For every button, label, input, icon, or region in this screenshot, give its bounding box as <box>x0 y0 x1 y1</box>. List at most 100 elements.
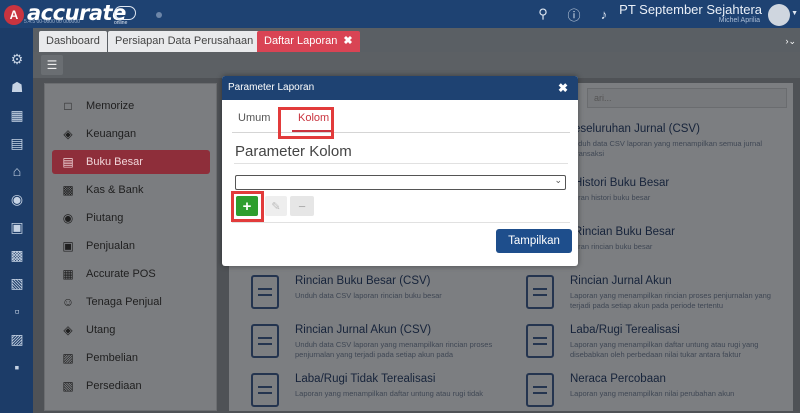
menu-item-keuangan[interactable]: ◈ Keuangan <box>45 122 218 146</box>
report-desc: Laporan yang menampilkan daftar untung a… <box>570 340 759 359</box>
report-title: Laba/Rugi Terealisasi <box>570 324 680 336</box>
search-input[interactable]: ari... <box>587 88 787 108</box>
menu-item-accurate-pos[interactable]: ▦ Accurate POS <box>45 262 218 286</box>
menu-item-kas-bank[interactable]: ▩ Kas & Bank <box>45 178 218 202</box>
tab-bar: Dashboard Persiapan Data Perusahaan Daft… <box>33 28 800 52</box>
purchase-icon: ▨ <box>62 351 74 365</box>
report-desc: nduh data CSV laporan yang menampilkan s… <box>574 139 763 158</box>
report-title: Histori Buku Besar <box>574 177 670 189</box>
tab-company-setup[interactable]: Persiapan Data Perusahaan <box>108 31 261 52</box>
document-icon[interactable]: ▤ <box>8 134 26 152</box>
edit-column-button[interactable]: ✎ <box>265 196 287 216</box>
menu-label: Persediaan <box>86 380 142 392</box>
bell-icon[interactable]: ♪ <box>596 6 612 22</box>
report-title: Rincian Buku Besar <box>574 226 675 238</box>
report-desc: oran histori buku besar <box>574 193 651 202</box>
menu-item-tenaga-penjual[interactable]: ☺ Tenaga Penjual <box>45 290 218 314</box>
menu-item-utang[interactable]: ◈ Utang <box>45 318 218 342</box>
report-card[interactable]: Laba/Rugi Terealisasi Laporan yang menam… <box>526 322 786 366</box>
receivable-icon: ◉ <box>62 211 74 225</box>
menu-item-piutang[interactable]: ◉ Piutang <box>45 206 218 230</box>
menu-label: Kas & Bank <box>86 184 144 196</box>
document-icon <box>251 275 279 309</box>
menu-label: Utang <box>86 324 116 336</box>
list-view-icon[interactable]: ☰ <box>41 55 63 75</box>
report-card[interactable]: Rincian Buku Besar (CSV) Unduh data CSV … <box>251 273 511 317</box>
chevron-down-icon[interactable]: ▼ <box>791 10 798 17</box>
tab-label: Persiapan Data Perusahaan <box>115 35 254 47</box>
report-card[interactable]: Rincian Jurnal Akun Laporan yang menampi… <box>526 273 786 317</box>
salesperson-icon: ☺ <box>61 295 75 309</box>
menu-label: Pembelian <box>86 352 138 364</box>
document-icon <box>526 275 554 309</box>
tab-report-list[interactable]: Daftar Laporan ✖ <box>257 31 360 52</box>
left-rail: ⚙ ☗ ▦ ▤ ⌂ ◉ ▣ ▩ ▧ ▫ ▨ ▪ <box>0 28 33 413</box>
menu-item-persediaan[interactable]: ▧ Persediaan <box>45 374 218 398</box>
menu-label: Piutang <box>86 212 124 224</box>
report-desc: Laporan yang menampilkan rincian proses … <box>570 291 771 310</box>
tab-general[interactable]: Umum <box>238 112 270 124</box>
report-card[interactable]: Neraca Percobaan Laporan yang menampilka… <box>526 371 786 413</box>
logo-mark-icon: A <box>4 5 24 25</box>
building-icon[interactable]: ▦ <box>8 106 26 124</box>
report-category-menu: □ Memorize ◈ Keuangan ▤ Buku Besar ▩ Kas & B… <box>44 83 217 411</box>
search-icon[interactable]: ⚲ <box>535 6 551 22</box>
menu-item-penjualan[interactable]: ▣ Penjualan <box>45 234 218 258</box>
bank-icon: ▩ <box>62 183 74 197</box>
top-bar: A accurate 5.4.5 00-0000 00 000000 onlin… <box>0 0 800 28</box>
company-icon[interactable]: ☗ <box>8 78 26 96</box>
payable-icon: ◈ <box>63 323 73 337</box>
avatar[interactable] <box>768 4 790 26</box>
section-title: Parameter Kolom <box>235 143 352 160</box>
menu-label: Accurate POS <box>86 268 156 280</box>
report-icon[interactable]: ▪ <box>8 358 26 376</box>
report-card[interactable]: Laba/Rugi Tidak Terealisasi Laporan yang… <box>251 371 511 413</box>
delivery-icon[interactable]: ▩ <box>8 246 26 264</box>
close-icon[interactable]: ✖ <box>558 76 568 100</box>
menu-item-buku-besar[interactable]: ▤ Buku Besar <box>52 150 210 174</box>
menu-item-pembelian[interactable]: ▨ Pembelian <box>45 346 218 370</box>
menu-label: Buku Besar <box>86 156 143 168</box>
document-icon <box>526 373 554 407</box>
divider <box>232 222 570 223</box>
report-desc: oran rincian buku besar <box>574 242 653 251</box>
report-title: eseluruhan Jurnal (CSV) <box>574 123 700 135</box>
close-icon[interactable]: ✖ <box>343 31 352 52</box>
menu-label: Tenaga Penjual <box>86 296 162 308</box>
report-card[interactable]: Rincian Jurnal Akun (CSV) Unduh data CSV… <box>251 322 511 366</box>
finance-icon: ◈ <box>63 127 73 141</box>
remove-column-button[interactable]: − <box>290 196 314 216</box>
menu-item-memorize[interactable]: □ Memorize <box>45 94 218 118</box>
warehouse-icon[interactable]: ▧ <box>8 274 26 292</box>
tabs-more-icon[interactable]: ›⌄ <box>785 36 796 47</box>
report-desc: Unduh data CSV laporan rincian buku besa… <box>295 291 442 300</box>
chevron-down-icon: ⌄ <box>554 175 562 185</box>
document-icon <box>251 373 279 407</box>
document-icon <box>251 324 279 358</box>
register-icon[interactable]: ▫ <box>8 302 26 320</box>
report-title: Rincian Jurnal Akun (CSV) <box>295 324 432 336</box>
menu-label: Memorize <box>86 100 135 112</box>
status-dot-icon <box>156 12 162 18</box>
report-title: Laba/Rugi Tidak Terealisasi <box>295 373 436 385</box>
report-title: Rincian Buku Besar (CSV) <box>295 275 431 287</box>
show-report-button[interactable]: Tampilkan <box>496 229 572 253</box>
company-name[interactable]: PT September Sejahtera <box>619 3 762 17</box>
report-title: Rincian Jurnal Akun <box>570 275 672 287</box>
help-icon[interactable]: ⓘ <box>566 6 582 23</box>
report-desc: Laporan yang menampilkan daftar untung a… <box>295 389 484 398</box>
logo-version: 5.4.5 00-0000 00 000000 <box>24 19 80 25</box>
inventory-icon: ▧ <box>62 379 74 393</box>
tab-dashboard[interactable]: Dashboard <box>39 31 107 52</box>
user-name: Michel Aprilia <box>718 17 760 24</box>
payroll-icon[interactable]: ▨ <box>8 330 26 348</box>
money-icon[interactable]: ◉ <box>8 190 26 208</box>
pos-icon: ▦ <box>62 267 74 281</box>
cart-icon[interactable]: ▣ <box>8 218 26 236</box>
settings-icon[interactable]: ⚙ <box>8 50 26 68</box>
cart-icon: ▣ <box>62 239 74 253</box>
column-select[interactable]: ⌄ <box>235 175 566 190</box>
bank-icon[interactable]: ⌂ <box>8 162 26 180</box>
save-icon: □ <box>64 99 72 113</box>
dialog-title: Parameter Laporan <box>228 82 315 93</box>
